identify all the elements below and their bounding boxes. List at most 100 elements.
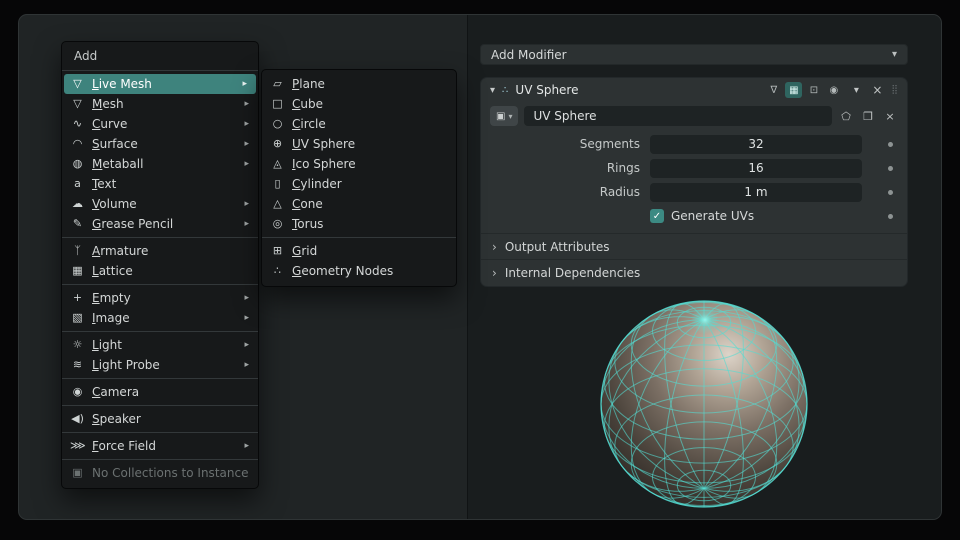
menu-item-volume[interactable]: ☁ Volume ▸ [62,194,258,214]
decorator-dot[interactable] [888,165,893,171]
filter-toggle-icon[interactable]: ∇ [765,82,782,98]
image-icon: ▧ [72,311,83,324]
menu-item-armature[interactable]: ᛉ Armature [62,241,258,261]
realtime-toggle-icon[interactable]: ⊡ [805,82,822,98]
section-internal-dependencies[interactable]: › Internal Dependencies [481,259,907,285]
submenu-arrow-icon: ▸ [242,79,247,89]
menu-item-light-probe[interactable]: ≋ Light Probe ▸ [62,355,258,375]
modifier-type-icon: ∴ [502,84,509,96]
menu-item-cylinder[interactable]: ▯ Cylinder [262,174,456,194]
blender-window: Add Modifier ▾ ▾ ∴ UV Sphere ∇ ▦ ⊡ ◉ ▾ × [18,14,942,520]
generate-uvs-checkbox[interactable]: ✓ [650,209,664,223]
segments-field[interactable]: 32 [650,134,862,154]
submenu-arrow-icon: ▸ [244,99,249,109]
chevron-right-icon: › [492,265,497,280]
submenu-arrow-icon: ▸ [244,441,249,451]
menu-item-camera[interactable]: ◉ Camera [62,382,258,402]
modifier-header: ▾ ∴ UV Sphere ∇ ▦ ⊡ ◉ ▾ × ⣿ [481,78,907,102]
menu-item-curve[interactable]: ∿ Curve ▸ [62,114,258,134]
section-output-attributes[interactable]: › Output Attributes [481,233,907,259]
copy-icon[interactable]: ❐ [860,110,876,123]
menu-item-lattice[interactable]: ▦ Lattice [62,261,258,281]
menu-item-surface[interactable]: ◠ Surface ▸ [62,134,258,154]
rings-label: Rings [606,161,640,175]
object-selector-button[interactable]: ▣ ▾ [490,106,519,126]
menu-item-empty[interactable]: + Empty ▸ [62,288,258,308]
modifier-display-toggles: ∇ ▦ ⊡ ◉ [765,82,842,98]
torus-icon: ◎ [272,217,283,230]
speaker-icon: ◀) [71,412,84,425]
decorator-dot[interactable] [888,189,893,195]
separator [62,405,258,406]
menu-item-ico-sphere[interactable]: ◬ Ico Sphere [262,154,456,174]
chevron-right-icon: › [492,239,497,254]
live-mesh-icon: ▽ [73,77,82,90]
menu-item-force-field[interactable]: ⋙ Force Field ▸ [62,436,258,456]
submenu-arrow-icon: ▸ [244,313,249,323]
rings-field[interactable]: 16 [650,158,862,178]
separator [62,378,258,379]
section-label: Internal Dependencies [504,265,641,280]
radius-field[interactable]: 1 m [650,182,862,202]
editmode-toggle-icon[interactable]: ▦ [785,82,803,98]
section-label: Output Attributes [504,239,610,254]
menu-item-cone[interactable]: △ Cone [262,194,456,214]
mesh-icon: ▽ [73,97,82,110]
datablock-row: ▣ ▾ UV Sphere ⬠ ❐ × [481,102,907,132]
menu-item-text[interactable]: a Text [62,174,258,194]
menu-item-metaball[interactable]: ◍ Metaball ▸ [62,154,258,174]
menu-item-mesh[interactable]: ▽ Mesh ▸ [62,94,258,114]
mesh-submenu: ▱ Plane □ Cube ○ Circle ⊕ UV Sphere ◬ Ic… [261,69,457,287]
separator [62,70,258,71]
lattice-icon: ▦ [72,264,83,277]
plane-icon: ▱ [273,77,282,90]
render-toggle-icon[interactable]: ◉ [825,82,842,98]
add-menu: Add ▽ Live Mesh ▸ ▽ Mesh ▸ ∿ Curve ▸ ◠ S… [61,41,259,489]
radius-row: Radius 1 m [481,180,907,204]
add-modifier-dropdown[interactable]: Add Modifier ▾ [480,44,908,65]
menu-item-live-mesh[interactable]: ▽ Live Mesh ▸ [64,74,256,94]
menu-item-geometry-nodes[interactable]: ∴ Geometry Nodes [262,261,456,281]
close-icon[interactable]: × [870,83,884,97]
menu-item-torus[interactable]: ◎ Torus [262,214,456,234]
menu-item-speaker[interactable]: ◀) Speaker [62,409,258,429]
viewport-3d[interactable] [468,291,941,519]
empty-icon: + [72,291,83,304]
submenu-arrow-icon: ▸ [244,139,249,149]
submenu-arrow-icon: ▸ [244,119,249,129]
submenu-arrow-icon: ▸ [244,219,249,229]
menu-item-uv-sphere[interactable]: ⊕ UV Sphere [262,134,456,154]
datablock-name-field[interactable]: UV Sphere [524,106,832,126]
cube-icon: □ [272,97,283,110]
separator [62,459,258,460]
menu-item-light[interactable]: ☼ Light ▸ [62,335,258,355]
menu-item-grease-pencil[interactable]: ✎ Grease Pencil ▸ [62,214,258,234]
text-icon: a [74,177,81,190]
generate-uvs-row: ✓ Generate UVs [481,204,907,228]
menu-item-grid[interactable]: ⊞ Grid [262,241,456,261]
menu-item-plane[interactable]: ▱ Plane [262,74,456,94]
light-icon: ☼ [72,338,83,351]
uv-sphere-icon: ⊕ [272,137,283,150]
segments-row: Segments 32 [481,132,907,156]
submenu-arrow-icon: ▸ [244,340,249,350]
light-probe-icon: ≋ [72,358,83,371]
modifier-extras-icon[interactable]: ▾ [849,85,863,96]
geometry-nodes-icon: ∴ [274,264,281,277]
modifier-name[interactable]: UV Sphere [515,83,578,97]
screen: Add Modifier ▾ ▾ ∴ UV Sphere ∇ ▦ ⊡ ◉ ▾ × [0,0,960,540]
expand-chevron-icon[interactable]: ▾ [490,85,495,96]
menu-item-image[interactable]: ▧ Image ▸ [62,308,258,328]
add-modifier-label: Add Modifier [491,47,567,62]
volume-icon: ☁ [72,197,83,210]
decorator-dot[interactable] [888,213,893,219]
menu-item-cube[interactable]: □ Cube [262,94,456,114]
drag-grip-icon[interactable]: ⣿ [891,85,898,95]
menu-item-circle[interactable]: ○ Circle [262,114,456,134]
shield-icon[interactable]: ⬠ [838,110,854,123]
unlink-icon[interactable]: × [882,110,898,123]
camera-icon: ◉ [72,385,83,398]
decorator-dot[interactable] [888,141,893,147]
chevron-down-icon: ▾ [508,111,513,121]
armature-icon: ᛉ [74,244,81,257]
